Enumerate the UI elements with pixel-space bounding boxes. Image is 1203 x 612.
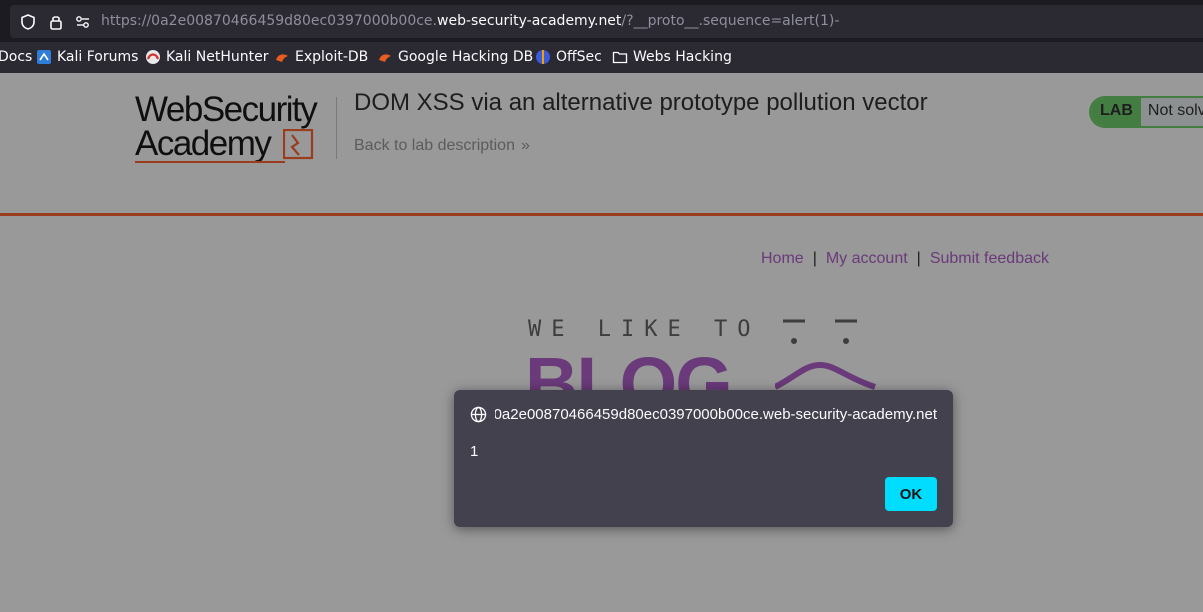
permissions-icon[interactable] bbox=[74, 13, 92, 31]
modal-overlay bbox=[0, 73, 1203, 612]
bookmark-webs-hacking[interactable]: Webs Hacking bbox=[612, 49, 732, 65]
url-domain: web-security-academy.net bbox=[437, 13, 622, 29]
bookmark-kali-nethunter[interactable]: Kali NetHunter bbox=[145, 49, 268, 65]
bookmark-label: OffSec bbox=[556, 49, 602, 65]
globe-icon bbox=[470, 406, 487, 423]
bookmark-google-hacking-db[interactable]: Google Hacking DB bbox=[377, 49, 533, 65]
google-hacking-db-icon bbox=[379, 54, 391, 62]
bookmark-label: Kali Forums bbox=[57, 49, 139, 65]
url-bar[interactable]: https://0a2e00870466459d80ec0397000b00ce… bbox=[10, 5, 1203, 38]
bookmark-label: Docs bbox=[0, 49, 33, 65]
alert-dialog: 0a2e00870466459d80ec0397000b00ce.web-sec… bbox=[454, 390, 953, 527]
shield-icon[interactable] bbox=[19, 13, 37, 31]
bookmark-offsec[interactable]: OffSec bbox=[535, 49, 602, 65]
offsec-icon bbox=[536, 50, 550, 64]
dialog-message: 1 bbox=[470, 443, 479, 460]
browser-toolbar: https://0a2e00870466459d80ec0397000b00ce… bbox=[0, 0, 1203, 42]
bookmark-label: Webs Hacking bbox=[633, 49, 732, 65]
bookmark-label: Kali NetHunter bbox=[166, 49, 269, 65]
kali-nethunter-icon bbox=[146, 50, 160, 64]
bookmark-exploit-db[interactable]: Exploit-DB bbox=[274, 49, 368, 65]
folder-icon bbox=[612, 51, 628, 64]
bookmark-kali-forums[interactable]: Kali Forums bbox=[36, 49, 138, 65]
bookmark-docs[interactable]: Docs bbox=[0, 49, 32, 65]
kali-forums-icon bbox=[37, 50, 51, 64]
url-prefix: https://0a2e00870466459d80ec0397000b00ce… bbox=[101, 13, 437, 29]
exploit-db-icon bbox=[276, 54, 288, 62]
url-text[interactable]: https://0a2e00870466459d80ec0397000b00ce… bbox=[101, 13, 839, 29]
bookmark-label: Exploit-DB bbox=[295, 49, 369, 65]
bookmark-label: Google Hacking DB bbox=[398, 49, 534, 65]
bookmarks-bar: Docs Kali Forums Kali NetHunter Exploit-… bbox=[0, 42, 1203, 73]
dialog-origin: 0a2e00870466459d80ec0397000b00ce.web-sec… bbox=[495, 406, 937, 423]
ok-button[interactable]: OK bbox=[885, 477, 937, 511]
lock-icon[interactable] bbox=[47, 13, 65, 31]
url-suffix: /?__proto__.sequence=alert(1)- bbox=[621, 13, 840, 29]
dialog-origin-text: 0a2e00870466459d80ec0397000b00ce.web-sec… bbox=[495, 406, 937, 423]
